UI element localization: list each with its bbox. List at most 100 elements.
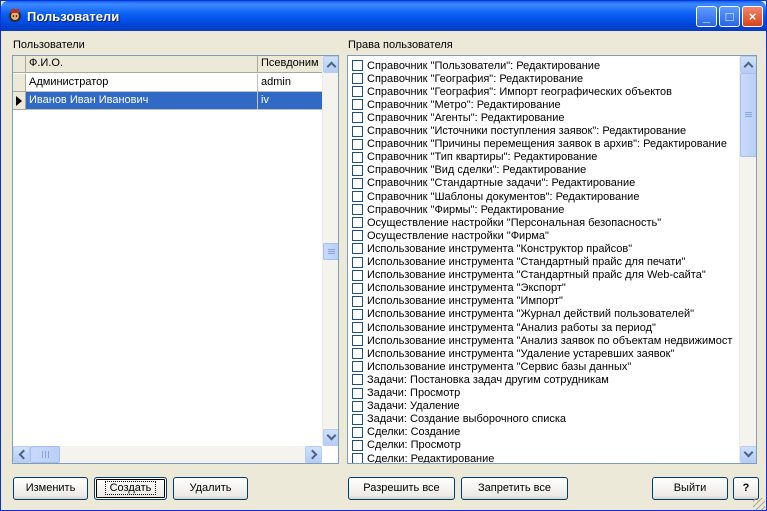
- permission-checkbox[interactable]: [352, 112, 363, 124]
- permission-item[interactable]: Справочник "География": Импорт географич…: [352, 85, 672, 98]
- deny-all-button[interactable]: Запретить все: [461, 477, 568, 500]
- permission-checkbox[interactable]: [352, 256, 363, 268]
- permission-checkbox[interactable]: [352, 86, 363, 98]
- permission-item[interactable]: Задачи: Постановка задач другим сотрудни…: [352, 373, 609, 386]
- permission-item[interactable]: Справочник "Пользователи": Редактировани…: [352, 59, 600, 72]
- minimize-button[interactable]: _: [696, 6, 717, 27]
- delete-button[interactable]: Удалить: [173, 477, 248, 500]
- permission-item[interactable]: Использование инструмента "Конструктор п…: [352, 242, 632, 255]
- permission-item[interactable]: Справочник "Стандартные задачи": Редакти…: [352, 177, 635, 190]
- cell-fio[interactable]: Иванов Иван Иванович: [26, 92, 258, 110]
- table-row-selected[interactable]: Иванов Иван Иванович iv: [13, 92, 323, 110]
- permission-checkbox[interactable]: [352, 151, 363, 163]
- permission-item[interactable]: Задачи: Создание выборочного списка: [352, 413, 566, 426]
- permission-checkbox[interactable]: [352, 177, 363, 189]
- permission-item[interactable]: Задачи: Просмотр: [352, 387, 460, 400]
- scroll-thumb[interactable]: [740, 73, 756, 157]
- scroll-right-button[interactable]: [305, 446, 322, 463]
- scroll-down-button[interactable]: [323, 429, 338, 446]
- users-vertical-scrollbar[interactable]: [322, 56, 338, 446]
- permission-item[interactable]: Справочник "Метро": Редактирование: [352, 98, 561, 111]
- permission-checkbox[interactable]: [352, 335, 363, 347]
- cell-fio[interactable]: Администратор: [26, 74, 258, 92]
- scroll-up-button[interactable]: [323, 56, 338, 73]
- permission-item[interactable]: Осуществление настройки "Фирма": [352, 229, 549, 242]
- permission-checkbox[interactable]: [352, 164, 363, 176]
- permission-checkbox[interactable]: [352, 73, 363, 85]
- cell-alias[interactable]: iv: [258, 92, 323, 110]
- permission-item[interactable]: Справочник "Тип квартиры": Редактировани…: [352, 151, 597, 164]
- permission-label: Использование инструмента "Журнал действ…: [367, 308, 695, 321]
- permission-checkbox[interactable]: [352, 204, 363, 216]
- scroll-thumb[interactable]: [323, 243, 338, 260]
- maximize-button[interactable]: □: [719, 6, 740, 27]
- permission-checkbox[interactable]: [352, 295, 363, 307]
- permission-checkbox[interactable]: [352, 217, 363, 229]
- grip-line: [48, 451, 49, 458]
- column-header-alias[interactable]: Псевдоним: [258, 56, 323, 73]
- permission-label: Справочник "Фирмы": Редактирование: [367, 203, 565, 216]
- permission-label: Задачи: Создание выборочного списка: [367, 413, 567, 426]
- close-button[interactable]: ×: [742, 6, 763, 27]
- permission-checkbox[interactable]: [352, 99, 363, 111]
- users-grid[interactable]: Ф.И.О. Псевдоним Администратор admin Ива…: [12, 55, 339, 464]
- permission-item[interactable]: Использование инструмента "Анализ заявок…: [352, 334, 732, 347]
- permission-checkbox[interactable]: [352, 60, 363, 71]
- permission-checkbox[interactable]: [352, 230, 363, 242]
- permission-checkbox[interactable]: [352, 453, 363, 463]
- scroll-up-button[interactable]: [740, 56, 756, 73]
- title-bar[interactable]: Пользователи _ □ ×: [1, 1, 766, 31]
- permission-item[interactable]: Использование инструмента "Экспорт": [352, 282, 566, 295]
- permission-item[interactable]: Использование инструмента "Журнал действ…: [352, 308, 694, 321]
- create-button[interactable]: Создать: [94, 477, 167, 500]
- permission-item[interactable]: Осуществление настройки "Персональная бе…: [352, 216, 661, 229]
- permissions-vertical-scrollbar[interactable]: [739, 56, 756, 463]
- users-horizontal-scrollbar[interactable]: [13, 446, 322, 463]
- permission-item[interactable]: Использование инструмента "Удаление уста…: [352, 347, 674, 360]
- permission-item[interactable]: Справочник "География": Редактирование: [352, 72, 583, 85]
- permission-item[interactable]: Справочник "Причины перемещения заявок в…: [352, 138, 727, 151]
- permission-item[interactable]: Сделки: Просмотр: [352, 439, 461, 452]
- permission-item[interactable]: Справочник "Шаблоны документов": Редакти…: [352, 190, 639, 203]
- edit-button[interactable]: Изменить: [13, 477, 88, 500]
- permission-item[interactable]: Использование инструмента "Стандартный п…: [352, 256, 685, 269]
- column-header-fio[interactable]: Ф.И.О.: [26, 56, 258, 73]
- permission-item[interactable]: Справочник "Агенты": Редактирование: [352, 111, 565, 124]
- permission-item[interactable]: Справочник "Вид сделки": Редактирование: [352, 164, 586, 177]
- permission-checkbox[interactable]: [352, 308, 363, 320]
- permission-item[interactable]: Использование инструмента "Сервис базы д…: [352, 360, 631, 373]
- permission-checkbox[interactable]: [352, 125, 363, 137]
- resize-grip[interactable]: [753, 498, 765, 510]
- permission-item[interactable]: Задачи: Удаление: [352, 400, 460, 413]
- permission-checkbox[interactable]: [352, 243, 363, 255]
- permissions-list[interactable]: Справочник "Пользователи": Редактировани…: [347, 55, 757, 464]
- help-button[interactable]: ?: [733, 477, 759, 500]
- allow-all-button[interactable]: Разрешить все: [348, 477, 455, 500]
- permission-item[interactable]: Справочник "Фирмы": Редактирование: [352, 203, 564, 216]
- cell-alias[interactable]: admin: [258, 74, 323, 92]
- permission-checkbox[interactable]: [352, 413, 363, 425]
- permission-checkbox[interactable]: [352, 138, 363, 150]
- scroll-down-button[interactable]: [740, 446, 756, 463]
- permission-checkbox[interactable]: [352, 269, 363, 281]
- permission-item[interactable]: Справочник "Источники поступления заявок…: [352, 125, 686, 138]
- exit-button[interactable]: Выйти: [652, 477, 728, 500]
- permission-checkbox[interactable]: [352, 322, 363, 333]
- permission-item[interactable]: Использование инструмента "Анализ работы…: [352, 321, 656, 334]
- permission-checkbox[interactable]: [352, 282, 363, 294]
- permission-checkbox[interactable]: [352, 374, 363, 386]
- permission-item[interactable]: Использование инструмента "Стандартный п…: [352, 269, 706, 282]
- table-row[interactable]: Администратор admin: [13, 74, 323, 92]
- permission-checkbox[interactable]: [352, 191, 363, 202]
- permission-checkbox[interactable]: [352, 426, 363, 438]
- scroll-thumb-horizontal[interactable]: [30, 446, 60, 463]
- permission-checkbox[interactable]: [352, 400, 363, 412]
- permission-item[interactable]: Сделки: Создание: [352, 426, 460, 439]
- permission-checkbox[interactable]: [352, 361, 363, 373]
- scroll-left-button[interactable]: [13, 446, 30, 463]
- permission-checkbox[interactable]: [352, 439, 363, 451]
- permission-checkbox[interactable]: [352, 387, 363, 399]
- permission-item[interactable]: Использование инструмента "Импорт": [352, 295, 563, 308]
- permission-item[interactable]: Сделки: Редактирование: [352, 452, 494, 463]
- permission-checkbox[interactable]: [352, 348, 363, 360]
